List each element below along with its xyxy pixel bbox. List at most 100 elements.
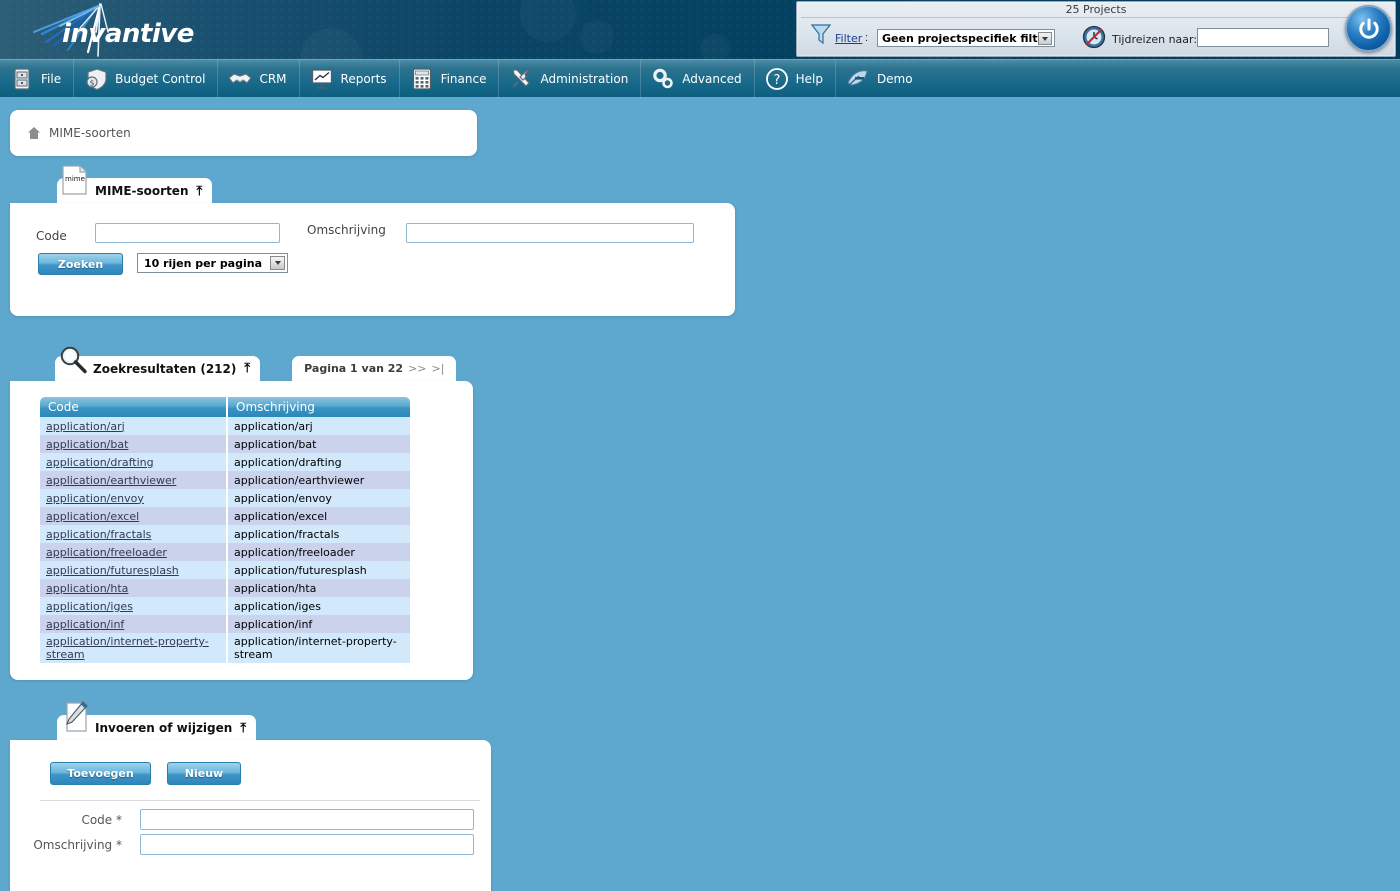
chevron-down-icon[interactable]	[270, 256, 285, 270]
main-menu-bar: File $ Budget Control CRM Reports Financ…	[0, 59, 1400, 98]
row-code-link[interactable]: application/envoy	[46, 492, 144, 505]
funnel-icon	[811, 24, 831, 45]
chevron-up-icon[interactable]: ⤒	[244, 362, 250, 375]
cell-description: application/arj	[227, 417, 410, 435]
description-input[interactable]	[406, 223, 694, 243]
row-code-link[interactable]: application/earthviewer	[46, 474, 176, 487]
menu-label: Demo	[876, 71, 913, 86]
table-row[interactable]: application/inf application/inf	[40, 615, 410, 633]
results-table-body: application/arj application/arj applicati…	[40, 417, 410, 663]
filter-toolbar: 25 Projects Filter : Geen projectspecifi…	[796, 1, 1396, 57]
table-row[interactable]: application/internet-property-stream appl…	[40, 633, 410, 663]
row-code-link[interactable]: application/bat	[46, 438, 128, 451]
table-row[interactable]: application/drafting application/drafting	[40, 453, 410, 471]
tab-label: Invoeren of wijzigen	[95, 721, 233, 735]
project-filter-select[interactable]: Geen projectspecifiek filter	[877, 29, 1055, 47]
search-button[interactable]: Zoeken	[38, 253, 123, 275]
cell-code[interactable]: application/freeloader	[40, 543, 228, 561]
add-button[interactable]: Toevoegen	[50, 762, 151, 785]
menu-item-file[interactable]: File	[0, 59, 75, 98]
new-button[interactable]: Nieuw	[167, 762, 241, 785]
rows-per-page-select[interactable]: 10 rijen per pagina	[137, 253, 288, 273]
app-logo[interactable]: invantive	[20, 2, 200, 58]
description-field[interactable]	[140, 834, 474, 855]
table-row[interactable]: application/earthviewer application/earth…	[40, 471, 410, 489]
cell-code[interactable]: application/bat	[40, 435, 228, 453]
table-row[interactable]: application/futuresplash application/futu…	[40, 561, 410, 579]
clock-icon[interactable]	[1082, 25, 1106, 49]
menu-item-help[interactable]: ? Help	[755, 59, 836, 98]
tools-icon	[512, 68, 531, 88]
menu-label: Advanced	[682, 71, 742, 86]
code-field[interactable]	[140, 809, 474, 830]
row-code-link[interactable]: application/iges	[46, 600, 133, 613]
breadcrumb[interactable]: MIME-soorten	[10, 110, 477, 156]
cell-code[interactable]: application/hta	[40, 579, 228, 597]
money-shield-icon: $	[86, 67, 107, 90]
row-code-link[interactable]: application/futuresplash	[46, 564, 179, 577]
cell-code[interactable]: application/inf	[40, 615, 228, 633]
row-code-link[interactable]: application/hta	[46, 582, 128, 595]
power-icon	[1358, 18, 1379, 39]
table-row[interactable]: application/envoy application/envoy	[40, 489, 410, 507]
cell-code[interactable]: application/earthviewer	[40, 471, 228, 489]
svg-text:$: $	[90, 78, 95, 87]
table-row[interactable]: application/fractals application/fractals	[40, 525, 410, 543]
row-code-link[interactable]: application/internet-property-stream	[46, 635, 209, 661]
row-code-link[interactable]: application/fractals	[46, 528, 151, 541]
gears-icon	[653, 68, 674, 88]
tab-label: Zoekresultaten (212)	[93, 361, 237, 376]
menu-item-demo[interactable]: Demo	[836, 60, 925, 98]
chevron-down-icon[interactable]	[1038, 32, 1052, 45]
menu-item-finance[interactable]: Finance	[400, 59, 500, 98]
tab-zoekresultaten[interactable]: Zoekresultaten (212) ⤒	[55, 346, 261, 381]
question-circle-icon: ?	[765, 67, 788, 90]
menu-item-crm[interactable]: CRM	[218, 59, 300, 98]
row-code-link[interactable]: application/freeloader	[46, 546, 167, 559]
cell-code[interactable]: application/envoy	[40, 489, 228, 507]
edit-panel: Toevoegen Nieuw Code * Omschrijving *	[10, 740, 491, 891]
power-button[interactable]	[1345, 5, 1392, 52]
menu-item-advanced[interactable]: Advanced	[641, 59, 755, 98]
cell-description: application/internet-property-stream	[227, 633, 410, 663]
menu-item-administration[interactable]: Administration	[499, 59, 642, 98]
timetravel-input[interactable]	[1197, 28, 1329, 47]
cell-code[interactable]: application/internet-property-stream	[40, 633, 228, 663]
breadcrumb-label: MIME-soorten	[49, 126, 131, 140]
table-row[interactable]: application/hta application/hta	[40, 579, 410, 597]
results-panel: Code Omschrijving application/arj applica…	[10, 381, 473, 680]
last-page-button[interactable]: >|	[432, 362, 445, 375]
cell-code[interactable]: application/arj	[40, 417, 228, 435]
column-header-omschrijving[interactable]: Omschrijving	[227, 397, 410, 417]
table-row[interactable]: application/bat application/bat	[40, 435, 410, 453]
menu-item-reports[interactable]: Reports	[300, 59, 400, 98]
code-input[interactable]	[95, 223, 280, 243]
cell-code[interactable]: application/futuresplash	[40, 561, 228, 579]
cell-code[interactable]: application/fractals	[40, 525, 228, 543]
row-code-link[interactable]: application/inf	[46, 618, 124, 631]
table-row[interactable]: application/arj application/arj	[40, 417, 410, 435]
menu-item-budget-control[interactable]: $ Budget Control	[74, 59, 219, 98]
row-code-link[interactable]: application/drafting	[46, 456, 154, 469]
description-required-label: Omschrijving *	[33, 838, 122, 852]
tab-mime-soorten[interactable]: mime MIME-soorten ⤒	[57, 165, 213, 204]
menu-label: Help	[795, 71, 823, 86]
next-page-button[interactable]: >>	[408, 362, 426, 375]
chevron-up-icon[interactable]: ⤒	[240, 722, 246, 735]
cell-code[interactable]: application/excel	[40, 507, 228, 525]
table-header-row: Code Omschrijving	[40, 397, 410, 417]
table-row[interactable]: application/excel application/excel	[40, 507, 410, 525]
column-header-code[interactable]: Code	[40, 397, 228, 417]
filter-link[interactable]: Filter	[835, 32, 862, 45]
row-code-link[interactable]: application/excel	[46, 510, 139, 523]
row-code-link[interactable]: application/arj	[46, 420, 125, 433]
feather-icon	[847, 69, 868, 86]
cell-code[interactable]: application/iges	[40, 597, 228, 615]
tab-invoeren-of-wijzigen[interactable]: Invoeren of wijzigen ⤒	[57, 701, 257, 741]
chevron-up-icon[interactable]: ⤒	[197, 185, 203, 198]
table-row[interactable]: application/freeloader application/freelo…	[40, 543, 410, 561]
table-row[interactable]: application/iges application/iges	[40, 597, 410, 615]
divider	[40, 800, 480, 801]
cell-code[interactable]: application/drafting	[40, 453, 228, 471]
description-label: Omschrijving	[307, 223, 386, 237]
